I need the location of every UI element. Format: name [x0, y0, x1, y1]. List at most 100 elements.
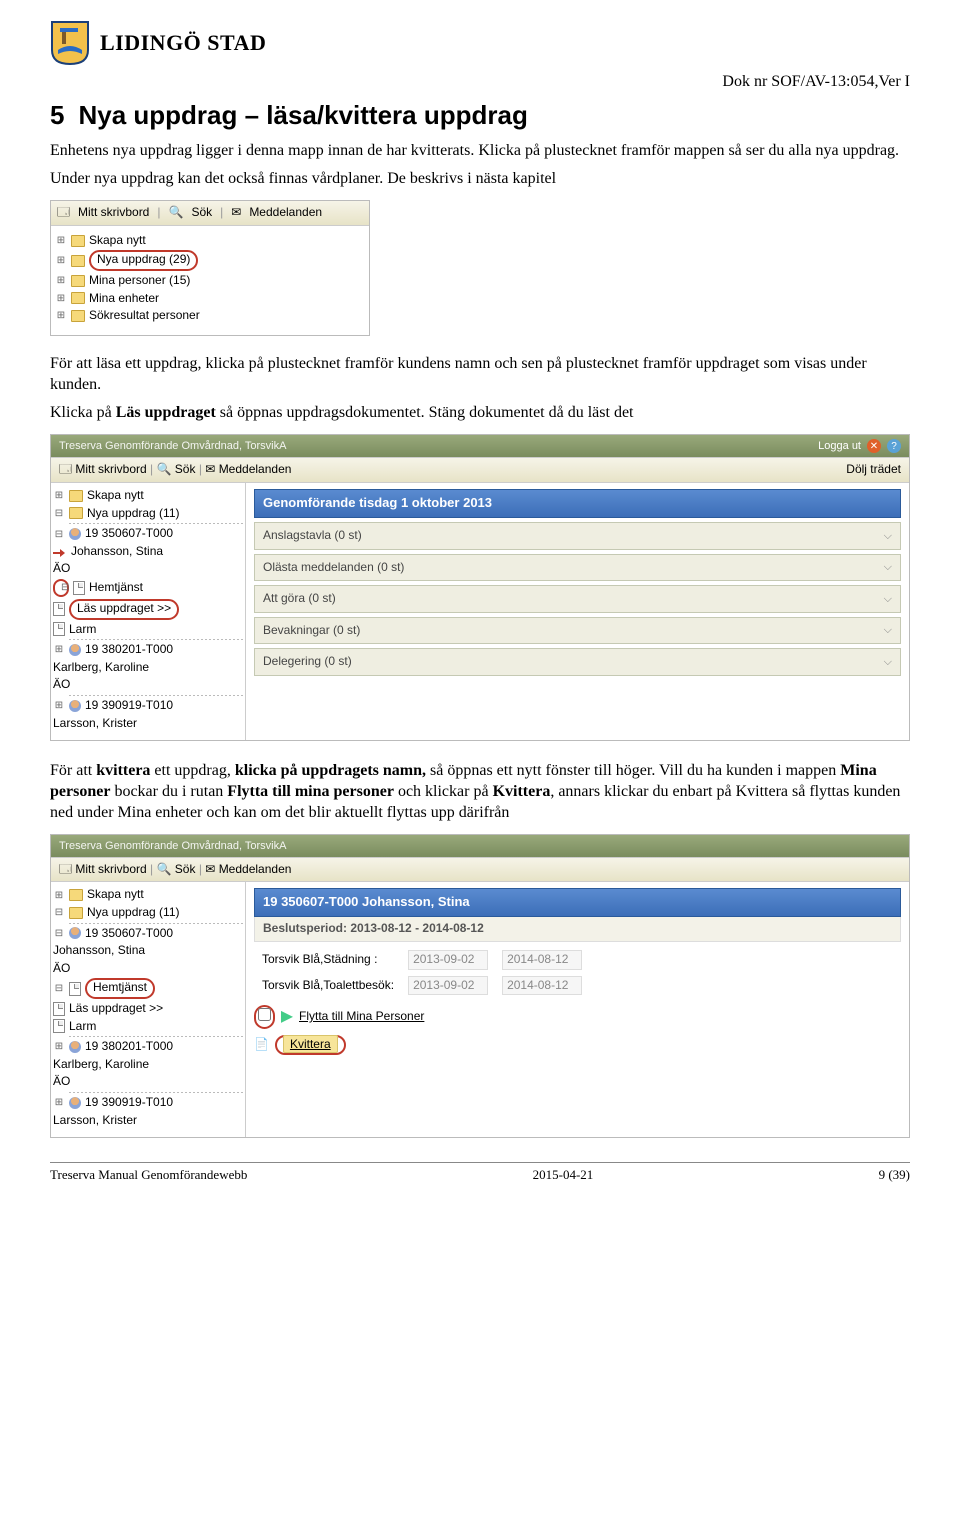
arrow-icon: [281, 1011, 293, 1023]
tree-item-person-2-name: Karlberg, Karoline: [53, 1056, 243, 1074]
mail-icon: ✉: [205, 462, 215, 476]
person-icon: [69, 1097, 81, 1109]
section-heading: 5 Nya uppdrag – läsa/kvittera uppdrag: [50, 99, 910, 133]
kvittera-row[interactable]: 📄 Kvittera: [254, 1035, 901, 1056]
tree-item-las-uppdraget[interactable]: Läs uppdraget >>: [53, 1000, 243, 1018]
panel-att-gora[interactable]: Att göra (0 st)⌵: [254, 585, 901, 613]
person-icon: [69, 700, 81, 712]
date-from: 2013-09-02: [408, 950, 488, 970]
toolbar: 🗔 Mitt skrivbord | 🔍 Sök | ✉ Meddelanden: [51, 857, 909, 883]
expand-icon[interactable]: ⊞: [55, 254, 67, 267]
section-number: 5: [50, 100, 64, 130]
toolbar-sok[interactable]: Sök: [175, 862, 196, 876]
service-label: Torsvik Blå,Städning :: [256, 948, 400, 972]
tree-item-person-2[interactable]: ⊞ 19 380201-T000: [53, 641, 243, 659]
expand-icon[interactable]: ⊞: [55, 234, 67, 247]
content-panel: 19 350607-T000 Johansson, Stina Beslutsp…: [246, 882, 909, 1137]
paragraph-intro-2: Under nya uppdrag kan det också finnas v…: [50, 169, 910, 190]
annotation-circle: Kvittera: [275, 1035, 346, 1056]
search-icon: 🔍: [157, 862, 172, 876]
panel-olasta[interactable]: Olästa meddelanden (0 st)⌵: [254, 554, 901, 582]
paragraph-las-uppdraget: Klicka på Läs uppdraget så öppnas uppdra…: [50, 403, 910, 424]
annotation-arrow-icon: [53, 545, 67, 559]
flytta-checkbox[interactable]: [258, 1008, 271, 1021]
tree-item-larm[interactable]: Larm: [53, 621, 243, 639]
tree-item-mina-enheter[interactable]: ⊞ Mina enheter: [55, 290, 365, 308]
tree-item-skapa-nytt[interactable]: ⊞ Skapa nytt: [55, 232, 365, 250]
person-icon: [69, 528, 81, 540]
content-title: Genomförande tisdag 1 oktober 2013: [254, 489, 901, 518]
paragraph-intro-1: Enhetens nya uppdrag ligger i denna mapp…: [50, 141, 910, 162]
expand-icon[interactable]: ⊞: [55, 309, 67, 322]
help-icon[interactable]: ?: [887, 439, 901, 453]
receipt-icon: 📄: [254, 1037, 269, 1053]
document-number: Dok nr SOF/AV-13:054,Ver I: [50, 72, 910, 93]
brand-text: LIDINGÖ STAD: [100, 29, 266, 58]
collapse-icon: ⌵: [884, 623, 892, 637]
tree-item-mina-personer[interactable]: ⊞ Mina personer (15): [55, 272, 365, 290]
brand-header: LIDINGÖ STAD: [50, 20, 910, 66]
table-row: Torsvik Blå,Städning : 2013-09-02 2014-0…: [256, 948, 588, 972]
panel-delegering[interactable]: Delegering (0 st)⌵: [254, 648, 901, 676]
toolbar-mitt-skrivbord[interactable]: Mitt skrivbord: [75, 462, 146, 476]
tree-item-person-2-ao: ÄO: [53, 676, 243, 694]
toolbar-mitt-skrivbord[interactable]: Mitt skrivbord: [75, 862, 146, 876]
footer-left: Treserva Manual Genomförandewebb: [50, 1167, 247, 1184]
tree-item-person-3-name: Larsson, Krister: [53, 1112, 243, 1130]
flytta-row[interactable]: Flytta till Mina Personer: [254, 1005, 901, 1029]
toolbar: 🗔 Mitt skrivbord | 🔍 Sök | ✉ Meddelanden: [51, 201, 369, 226]
collapse-icon: ⌵: [884, 655, 892, 669]
desktop-icon: 🗔: [59, 862, 72, 876]
service-label: Torsvik Blå,Toalettbesök:: [256, 974, 400, 998]
document-icon: [53, 622, 65, 636]
paragraph-read-instructions: För att läsa ett uppdrag, klicka på plus…: [50, 354, 910, 396]
tree-item-person-3[interactable]: ⊞ 19 390919-T010: [53, 697, 243, 715]
section-title: Nya uppdrag – läsa/kvittera uppdrag: [78, 100, 527, 130]
tree-item-hemtjanst[interactable]: ⊟ Hemtjänst: [53, 578, 243, 598]
tree-item-nya-uppdrag[interactable]: ⊟Nya uppdrag (11): [53, 904, 243, 922]
app-title-bar: Treserva Genomförande Omvårdnad, Torsvik…: [51, 835, 909, 857]
highlighted-hemtjanst: Hemtjänst: [85, 978, 155, 999]
tree-item-person-3[interactable]: ⊞ 19 390919-T010: [53, 1094, 243, 1112]
search-icon: 🔍: [157, 462, 172, 476]
toolbar-sok[interactable]: Sök: [175, 462, 196, 476]
hide-tree-link[interactable]: Dölj trädet: [846, 462, 901, 478]
panel-anslagstavla[interactable]: Anslagstavla (0 st)⌵: [254, 522, 901, 550]
tree-item-person-1-ao: ÄO: [53, 960, 243, 978]
tree-item-skapa-nytt[interactable]: ⊞Skapa nytt: [53, 886, 243, 904]
expand-icon[interactable]: ⊞: [55, 292, 67, 305]
folder-icon: [71, 275, 85, 287]
highlighted-nya-uppdrag: Nya uppdrag (29): [89, 250, 198, 271]
toolbar-meddelanden[interactable]: Meddelanden: [219, 462, 292, 476]
toolbar-mitt-skrivbord[interactable]: Mitt skrivbord: [78, 205, 149, 221]
document-icon: [53, 1019, 65, 1033]
toolbar-meddelanden[interactable]: Meddelanden: [249, 205, 322, 221]
beslutsperiod-label: Beslutsperiod: 2013-08-12 - 2014-08-12: [254, 917, 901, 942]
tree-item-hemtjanst[interactable]: ⊟ Hemtjänst: [53, 977, 243, 1000]
tree-item-larm[interactable]: Larm: [53, 1018, 243, 1036]
sidebar-tree: ⊞Skapa nytt ⊟Nya uppdrag (11) ⊟ 19 35060…: [51, 882, 246, 1137]
tree-item-nya-uppdrag[interactable]: ⊞ Nya uppdrag (29): [55, 249, 365, 272]
content-title-person: 19 350607-T000 Johansson, Stina: [254, 888, 901, 917]
date-from: 2013-09-02: [408, 976, 488, 996]
folder-icon: [71, 292, 85, 304]
toolbar: 🗔 Mitt skrivbord | 🔍 Sök | ✉ Meddelanden…: [51, 457, 909, 483]
expand-icon[interactable]: ⊞: [55, 274, 67, 287]
tree-item-sokresultat[interactable]: ⊞ Sökresultat personer: [55, 307, 365, 325]
panel-bevakningar[interactable]: Bevakningar (0 st)⌵: [254, 617, 901, 645]
toolbar-meddelanden[interactable]: Meddelanden: [219, 862, 292, 876]
tree-item-skapa-nytt[interactable]: ⊞Skapa nytt: [53, 487, 243, 505]
close-icon[interactable]: ✕: [867, 439, 881, 453]
content-panel: Genomförande tisdag 1 oktober 2013 Ansla…: [246, 483, 909, 740]
kvittera-button[interactable]: Kvittera: [283, 1035, 338, 1053]
page-footer: Treserva Manual Genomförandewebb 2015-04…: [50, 1162, 910, 1184]
toolbar-sok[interactable]: Sök: [191, 205, 212, 221]
tree-item-las-uppdraget[interactable]: Läs uppdraget >>: [53, 598, 243, 621]
tree-item-person-2-ao: ÄO: [53, 1073, 243, 1091]
tree-item-person-1[interactable]: ⊟ 19 350607-T000: [53, 925, 243, 943]
logout-link[interactable]: Logga ut: [818, 439, 861, 453]
tree-item-person-2[interactable]: ⊞ 19 380201-T000: [53, 1038, 243, 1056]
tree-item-person-1[interactable]: ⊟ 19 350607-T000: [53, 525, 243, 543]
tree-item-nya-uppdrag[interactable]: ⊟Nya uppdrag (11): [53, 505, 243, 523]
folder-icon: [71, 310, 85, 322]
